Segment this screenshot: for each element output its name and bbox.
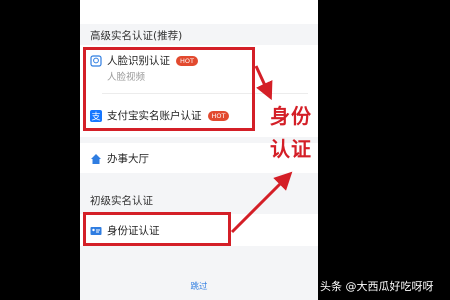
annotation-text-line2: 认证	[270, 137, 312, 161]
skip-button[interactable]: 跳过	[80, 280, 318, 292]
home-icon	[91, 153, 101, 164]
top-bar	[80, 0, 318, 24]
annotation-text-line1: 身份	[270, 104, 312, 128]
id-card-highlight-box	[83, 212, 231, 246]
advanced-auth-section-title: 高级实名认证(推荐)	[90, 30, 183, 42]
service-hall-label: 办事大厅	[107, 153, 149, 165]
watermark: 头条 @大西瓜好吃呀呀	[320, 280, 434, 293]
service-hall-item[interactable]: 办事大厅	[90, 151, 149, 166]
advanced-auth-highlight-box	[83, 47, 255, 131]
basic-auth-section-title: 初级实名认证	[90, 195, 153, 207]
